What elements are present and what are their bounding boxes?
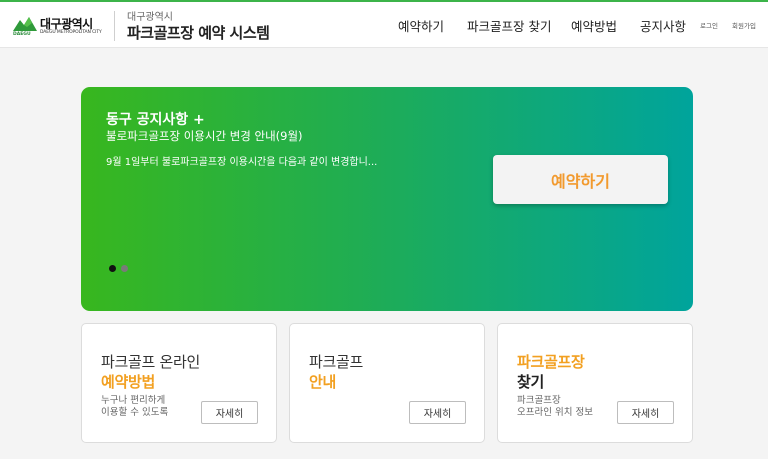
reserve-button[interactable]: 예약하기 [493,155,668,204]
slide-indicator[interactable] [121,265,128,272]
nav-notices[interactable]: 공지사항 [640,16,686,35]
site-header: DAEGU 대구광역시 DAEGU METROPOLITAN CITY 대구광역… [0,2,768,48]
slide-indicator-active[interactable] [109,265,116,272]
card-title-highlight: 안내 [309,373,337,391]
details-button[interactable]: 자세히 [617,401,674,424]
city-logo[interactable]: DAEGU 대구광역시 DAEGU METROPOLITAN CITY [13,15,108,39]
nav-reserve[interactable]: 예약하기 [398,16,444,35]
details-button[interactable]: 자세히 [409,401,466,424]
card-description-line: 이용할 수 있도록 [101,407,169,418]
card-description: 누구나 편리하게 이용할 수 있도록 [101,395,168,419]
card-description: 파크골프장 오프라인 위치 정보 [517,395,593,419]
details-button[interactable]: 자세히 [201,401,258,424]
system-subtitle: 대구광역시 [127,12,173,23]
card-description-line: 누구나 편리하게 [101,395,166,406]
card-title-highlight: 파크골프장 [517,353,585,371]
nav-how-to-reserve[interactable]: 예약방법 [571,16,617,35]
notice-subtitle[interactable]: 불로파크골프장 이용시간 변경 안내(9월) [106,128,303,144]
card-how-to-reserve: 파크골프 온라인 예약방법 누구나 편리하게 이용할 수 있도록 자세히 [81,323,277,443]
system-title[interactable]: 파크골프장 예약 시스템 [127,22,270,43]
card-title: 찾기 [517,373,545,391]
notice-description: 9월 1일부터 불로파크골프장 이용시간을 다음과 같이 변경합니... [106,157,378,168]
login-link[interactable]: 로그인 [700,20,718,30]
card-title: 파크골프 온라인 [101,353,200,371]
card-find-course: 파크골프장 찾기 파크골프장 오프라인 위치 정보 자세히 [497,323,693,443]
city-name-english: DAEGU METROPOLITAN CITY [40,30,102,35]
nav-find-course[interactable]: 파크골프장 찾기 [467,16,551,35]
notice-title[interactable]: 동구 공지사항 + [106,109,205,129]
logo-tag: DAEGU [13,32,31,37]
card-title-highlight: 예약방법 [101,373,156,391]
notice-banner: 동구 공지사항 + 불로파크골프장 이용시간 변경 안내(9월) 9월 1일부터… [81,87,693,311]
card-description-line: 파크골프장 [517,395,561,406]
signup-link[interactable]: 회원가입 [732,20,756,30]
card-title: 파크골프 [309,353,364,371]
card-park-golf-guide: 파크골프 안내 자세히 [289,323,485,443]
card-description-line: 오프라인 위치 정보 [517,407,593,418]
header-divider [114,11,115,41]
